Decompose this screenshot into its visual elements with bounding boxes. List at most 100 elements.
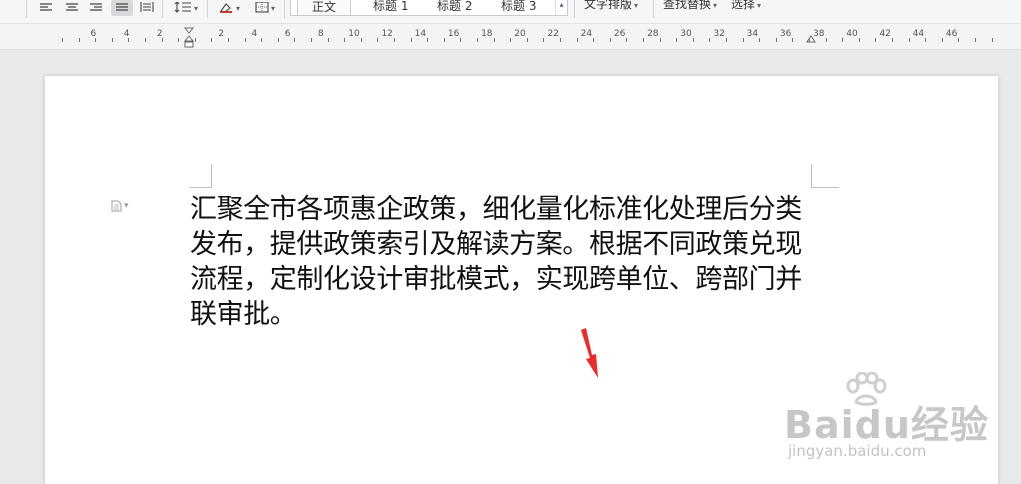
text-layout-label: 文字排版 [584, 0, 633, 11]
annotation-arrow-icon [581, 328, 598, 378]
style-heading-1[interactable]: 标题 1 [373, 0, 408, 14]
toolbar-separator [207, 0, 208, 18]
ruler-label: 20 [514, 29, 526, 39]
ruler-tick [460, 38, 461, 42]
watermark-url: jingyan.baidu.com [788, 442, 927, 460]
ruler-tick [643, 38, 644, 42]
ruler-tick [577, 38, 578, 42]
toolbar-separator [162, 0, 163, 18]
line-spacing-button[interactable]: ▾ [171, 0, 201, 16]
ruler-label: 44 [912, 29, 925, 39]
chevron-down-icon: ▾ [235, 3, 240, 13]
justify-icon [116, 3, 128, 11]
align-right-button[interactable] [88, 0, 104, 16]
ruler-label: 14 [414, 29, 427, 39]
ruler-tick [211, 38, 212, 42]
toolbar-separator [284, 0, 285, 18]
ruler-tick [79, 38, 80, 42]
ruler-tick [892, 38, 893, 42]
ruler-tick [178, 38, 179, 42]
ruler-tick [162, 38, 163, 42]
ruler-label: 38 [813, 29, 825, 39]
ruler-label: 6 [284, 29, 291, 39]
ruler-tick [925, 38, 926, 42]
ruler-tick [859, 38, 860, 42]
ruler-tick [427, 38, 428, 42]
shading-button[interactable]: ▾ [214, 0, 244, 16]
ruler-tick [411, 38, 412, 42]
ruler-tick [958, 38, 959, 42]
ruler-tick [992, 38, 993, 42]
text-layout-menu[interactable]: 文字排版 ▾ [584, 0, 638, 12]
select-label: 选择 [731, 0, 756, 11]
ruler-label: 30 [680, 29, 692, 39]
chevron-down-icon: ▾ [713, 1, 718, 10]
ruler-tick [311, 38, 312, 42]
toolbar-separator [653, 0, 654, 18]
ruler-tick [909, 38, 910, 42]
align-center-button[interactable] [64, 0, 80, 16]
ruler-tick [792, 38, 793, 42]
horizontal-ruler[interactable]: 6 4 2 2 4 6 8 10 12 14 16 18 20 22 24 26 28 30 32 34 36 38 40 4… [0, 24, 1021, 50]
document-paragraph[interactable]: 汇聚全市各项惠企政策，细化量化标准化处理后分类发布，提供政策索引及解读方案。根据… [190, 192, 815, 332]
paragraph-handle[interactable]: ▾ [111, 200, 129, 212]
ruler-tick [195, 38, 196, 42]
style-gallery[interactable]: 正文 标题 1 标题 2 标题 3 ▴ [290, 0, 568, 16]
toolbar-separator [26, 0, 27, 18]
select-menu[interactable]: 选择 ▾ [731, 0, 761, 12]
ruler-tick [245, 38, 246, 42]
ruler-tick [145, 38, 146, 42]
ruler-label: 32 [713, 29, 725, 39]
style-normal[interactable]: 正文 [297, 0, 352, 16]
ruler-tick [228, 38, 229, 42]
borders-button[interactable]: ▾ [250, 0, 280, 16]
distributed-align-button[interactable] [138, 0, 156, 16]
ruler-tick [527, 38, 528, 42]
ruler-label: 16 [447, 29, 460, 39]
gallery-scroll-icon[interactable]: ▴ [555, 0, 567, 15]
ruler-tick [875, 38, 876, 42]
distributed-align-icon [140, 2, 154, 12]
baidu-watermark: Baidu经验 jingyan.baidu.com [784, 372, 988, 472]
align-left-button[interactable] [38, 0, 54, 16]
ruler-tick [261, 38, 262, 42]
ruler-label: 4 [251, 29, 258, 39]
ruler-tick [294, 38, 295, 42]
ruler-tick [112, 38, 113, 42]
ruler-tick [394, 38, 395, 42]
style-heading-3[interactable]: 标题 3 [501, 0, 536, 14]
ruler-label: 26 [613, 29, 626, 39]
paragraph-format-icon [111, 200, 122, 212]
ruler-label: 46 [945, 29, 958, 39]
ruler-label: 28 [647, 29, 659, 39]
ruler-tick [444, 38, 445, 42]
align-center-icon [66, 3, 78, 11]
ruler-label: 42 [879, 29, 891, 39]
ruler-label: 22 [547, 29, 559, 39]
indent-marker-icon [183, 27, 195, 48]
chevron-down-icon: ▾ [193, 3, 198, 13]
style-heading-2[interactable]: 标题 2 [437, 0, 472, 14]
toolbar-separator [574, 0, 575, 18]
ruler-tick [809, 38, 810, 42]
chevron-down-icon: ▾ [634, 1, 639, 10]
ruler-tick [278, 38, 279, 42]
chevron-down-icon: ▾ [757, 1, 762, 10]
ruler-tick [726, 38, 727, 42]
ruler-label: 10 [348, 29, 360, 39]
borders-icon [255, 2, 269, 13]
ruler-tick [826, 38, 827, 42]
ruler-tick [361, 38, 362, 42]
ruler-tick [95, 38, 96, 42]
ruler-tick [975, 38, 976, 42]
ruler-tick [510, 38, 511, 42]
find-replace-menu[interactable]: 查找替换 ▾ [663, 0, 717, 12]
ruler-label: 2 [218, 29, 225, 39]
justify-button[interactable] [111, 0, 133, 16]
ruler-tick [494, 38, 495, 42]
ruler-tick [693, 38, 694, 42]
ruler-tick [759, 38, 760, 42]
ruler-label: 36 [779, 29, 792, 39]
ruler-tick [626, 38, 627, 42]
ruler-label: 12 [381, 29, 393, 39]
